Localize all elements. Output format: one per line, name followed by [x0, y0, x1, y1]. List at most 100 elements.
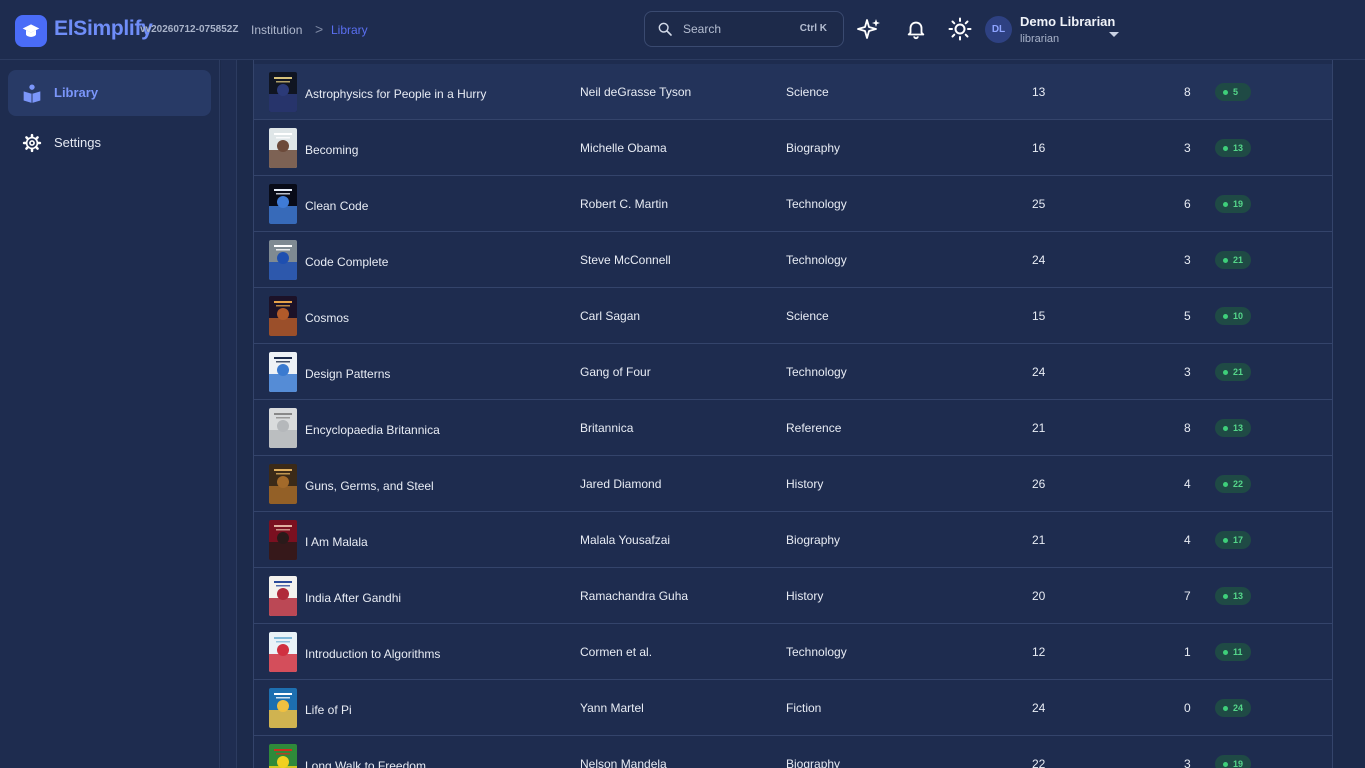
table-row[interactable]: Life of Pi Yann Martel Fiction 24 0 24 — [254, 680, 1332, 736]
book-cover — [269, 464, 297, 504]
book-title[interactable]: Introduction to Algorithms — [305, 647, 440, 661]
table-row[interactable]: I Am Malala Malala Yousafzai Biography 21 4 1… — [254, 512, 1332, 568]
book-cover — [269, 632, 297, 672]
search-box[interactable]: Ctrl K — [644, 11, 844, 47]
book-available-copies: 19 — [1233, 759, 1244, 768]
table-row[interactable]: Becoming Michelle Obama Biography 16 3 13 — [254, 120, 1332, 176]
sun-icon[interactable] — [947, 16, 973, 42]
book-title[interactable]: Cosmos — [305, 311, 349, 325]
book-total-copies: 24 — [1032, 365, 1046, 379]
book-title[interactable]: Code Complete — [305, 255, 388, 269]
book-author: Ramachandra Guha — [580, 589, 689, 603]
status-dot-icon — [1223, 425, 1228, 431]
breadcrumb-institution[interactable]: Institution — [251, 23, 302, 37]
status-dot-icon — [1223, 201, 1228, 207]
status-dot-icon — [1223, 257, 1228, 263]
table-row[interactable]: Guns, Germs, and Steel Jared Diamond Histo… — [254, 456, 1332, 512]
user-name[interactable]: Demo Librarian — [1020, 14, 1115, 29]
book-title[interactable]: Clean Code — [305, 199, 368, 213]
book-title[interactable]: Life of Pi — [305, 703, 352, 717]
book-title[interactable]: I Am Malala — [305, 535, 368, 549]
book-category: Biography — [786, 757, 841, 768]
app-brand[interactable]: ElSimplify — [54, 17, 153, 41]
book-cover — [269, 128, 297, 168]
sidebar: Library Settings — [0, 60, 220, 768]
book-borrowed-copies: 8 — [1184, 85, 1191, 99]
book-author: Malala Yousafzai — [580, 533, 671, 547]
status-badge: 21 — [1215, 251, 1251, 269]
book-cover — [269, 72, 297, 112]
status-badge: 13 — [1215, 139, 1251, 157]
chevron-down-icon[interactable] — [1108, 26, 1120, 44]
search-shortcut: Ctrl K — [799, 23, 827, 34]
status-dot-icon — [1223, 593, 1228, 599]
book-category: History — [786, 477, 824, 491]
table-row[interactable]: Design Patterns Gang of Four Technology 24 3… — [254, 344, 1332, 400]
sparkles-icon[interactable] — [856, 16, 882, 42]
book-title[interactable]: Becoming — [305, 143, 358, 157]
table-row[interactable]: Encyclopaedia Britannica Britannica Refere… — [254, 400, 1332, 456]
sidebar-item-settings[interactable]: Settings — [8, 120, 211, 166]
table-row[interactable]: Long Walk to Freedom Nelson Mandela Biogra… — [254, 736, 1332, 768]
table-row[interactable]: Cosmos Carl Sagan Science 15 5 10 — [254, 288, 1332, 344]
book-cover — [269, 408, 297, 448]
book-category: Technology — [786, 645, 847, 659]
book-available-copies: 21 — [1233, 255, 1244, 265]
gear-icon — [22, 133, 42, 153]
book-author: Gang of Four — [580, 365, 651, 379]
book-total-copies: 15 — [1032, 309, 1046, 323]
book-title[interactable]: Long Walk to Freedom — [305, 759, 426, 768]
avatar[interactable]: DL — [985, 16, 1012, 43]
book-total-copies: 12 — [1032, 645, 1046, 659]
status-dot-icon — [1223, 369, 1228, 375]
book-total-copies: 21 — [1032, 533, 1046, 547]
book-borrowed-copies: 4 — [1184, 533, 1191, 547]
book-available-copies: 21 — [1233, 367, 1244, 377]
book-title[interactable]: Encyclopaedia Britannica — [305, 423, 440, 437]
book-borrowed-copies: 1 — [1184, 645, 1191, 659]
book-total-copies: 13 — [1032, 85, 1046, 99]
book-category: Biography — [786, 141, 841, 155]
book-author: Cormen et al. — [580, 645, 653, 659]
table-row[interactable]: Code Complete Steve McConnell Technology 24… — [254, 232, 1332, 288]
book-title[interactable]: India After Gandhi — [305, 591, 401, 605]
book-available-copies: 11 — [1233, 647, 1243, 657]
book-author: Jared Diamond — [580, 477, 662, 491]
book-total-copies: 21 — [1032, 421, 1046, 435]
book-total-copies: 26 — [1032, 477, 1046, 491]
book-borrowed-copies: 7 — [1184, 589, 1191, 603]
book-available-copies: 19 — [1233, 199, 1244, 209]
breadcrumb-library[interactable]: Library — [331, 23, 368, 37]
book-title[interactable]: Guns, Germs, and Steel — [305, 479, 434, 493]
status-badge: 22 — [1215, 475, 1251, 493]
book-borrowed-copies: 0 — [1184, 701, 1191, 715]
book-cover — [269, 240, 297, 280]
book-title[interactable]: Design Patterns — [305, 367, 390, 381]
status-badge: 19 — [1215, 195, 1251, 213]
status-badge: 13 — [1215, 419, 1251, 437]
status-dot-icon — [1223, 145, 1228, 151]
book-author: Carl Sagan — [580, 309, 641, 323]
book-available-copies: 13 — [1233, 143, 1244, 153]
sidebar-item-library[interactable]: Library — [8, 70, 211, 116]
search-input[interactable] — [683, 19, 793, 39]
book-author: Michelle Obama — [580, 141, 667, 155]
book-borrowed-copies: 5 — [1184, 309, 1191, 323]
bell-icon[interactable] — [903, 16, 929, 42]
book-available-copies: 10 — [1233, 311, 1244, 321]
status-badge: 5 — [1215, 83, 1251, 101]
status-badge: 24 — [1215, 699, 1251, 717]
book-category: Science — [786, 309, 829, 323]
graduation-cap-icon[interactable] — [15, 15, 47, 47]
book-category: History — [786, 589, 824, 603]
book-borrowed-copies: 3 — [1184, 141, 1191, 155]
book-author: Steve McConnell — [580, 253, 671, 267]
book-title[interactable]: Astrophysics for People in a Hurry — [305, 87, 486, 101]
scrollbar[interactable] — [1346, 60, 1365, 768]
table-row[interactable]: Astrophysics for People in a Hurry Neil d… — [254, 64, 1332, 120]
table-row[interactable]: India After Gandhi Ramachandra Guha Histor… — [254, 568, 1332, 624]
table-row[interactable]: Clean Code Robert C. Martin Technology 25 6 1… — [254, 176, 1332, 232]
book-available-copies: 13 — [1233, 423, 1244, 433]
book-borrowed-copies: 6 — [1184, 197, 1191, 211]
table-row[interactable]: Introduction to Algorithms Cormen et al. T… — [254, 624, 1332, 680]
